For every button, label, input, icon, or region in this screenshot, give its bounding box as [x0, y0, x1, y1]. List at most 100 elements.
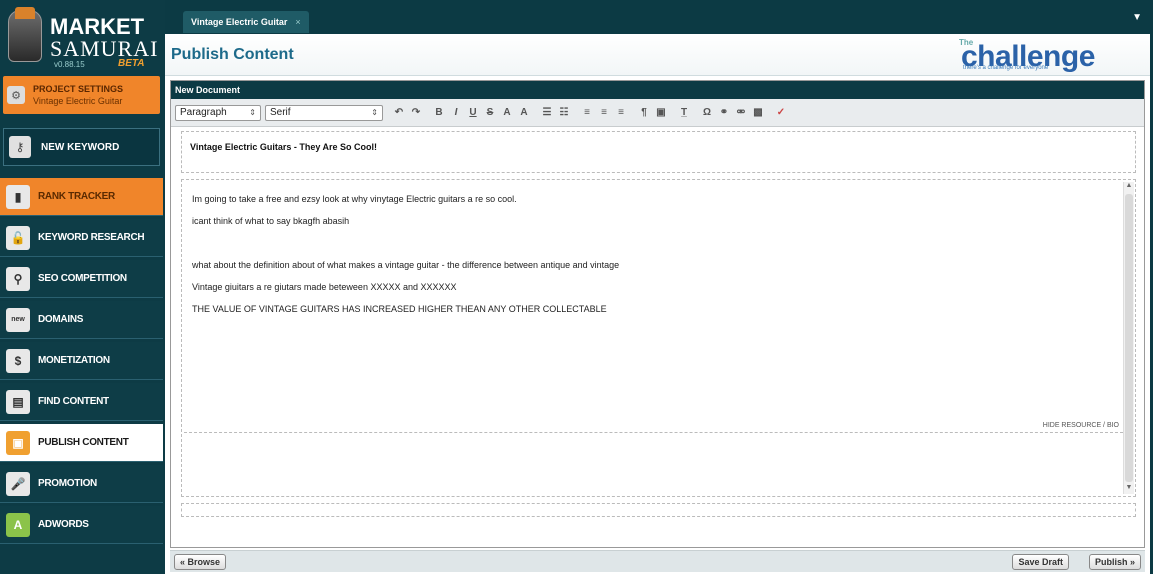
sidebar-item-label: KEYWORD RESEARCH — [38, 232, 145, 243]
adwords-icon: A — [6, 512, 30, 537]
magnifier-icon: ⚲ — [6, 266, 30, 291]
font-size-decrease-icon[interactable]: A — [517, 106, 531, 120]
publish-icon: ▣ — [6, 430, 30, 455]
block-icon[interactable]: ▣ — [654, 106, 668, 120]
select-arrow-icon: ⇕ — [249, 108, 256, 117]
format-select[interactable]: Paragraph ⇕ — [175, 104, 261, 121]
sidebar-item-label: FIND CONTENT — [38, 396, 109, 407]
sidebar: MARKET SAMURAI v0.88.15 BETA ⚙ PROJECT S… — [0, 0, 165, 574]
version-label: v0.88.15 — [54, 60, 85, 69]
align-right-icon[interactable]: ≡ — [614, 106, 628, 120]
footer-bar: « Browse Save Draft Publish » — [170, 550, 1145, 572]
undo-icon[interactable]: ↶ — [392, 106, 406, 120]
app-window: MARKET SAMURAI v0.88.15 BETA ⚙ PROJECT S… — [0, 0, 1153, 574]
sidebar-item-project-settings[interactable]: ⚙ PROJECT SETTINGS Vintage Electric Guit… — [3, 76, 160, 114]
sidebar-item-adwords[interactable]: A ADWORDS — [0, 506, 163, 544]
body-line: Im going to take a free and ezsy look at… — [192, 194, 517, 204]
sidebar-item-label: RANK TRACKER — [38, 191, 115, 202]
content-header: Publish Content The challenge there's a … — [165, 34, 1150, 76]
strikethrough-icon[interactable]: S — [483, 106, 497, 120]
sidebar-item-domains[interactable]: new DOMAINS — [0, 301, 163, 339]
new-keyword-label: NEW KEYWORD — [41, 141, 120, 153]
lock-icon: 🔓 — [6, 225, 30, 250]
challenge-logo-tagline: there's a challenge for everyone — [963, 65, 1049, 71]
microphone-icon: 🎤 — [6, 471, 30, 496]
spellcheck-icon[interactable]: ✓ — [774, 106, 788, 120]
close-icon[interactable]: × — [295, 17, 300, 27]
market-samurai-logo: MARKET SAMURAI v0.88.15 BETA — [6, 6, 157, 70]
chevron-down-icon[interactable]: ▼ — [1132, 12, 1142, 23]
sidebar-item-promotion[interactable]: 🎤 PROMOTION — [0, 465, 163, 503]
italic-icon[interactable]: I — [449, 106, 463, 120]
vertical-scrollbar[interactable]: ▲ ▼ — [1123, 182, 1134, 494]
sidebar-item-label: ADWORDS — [38, 519, 89, 530]
sidebar-item-label: SEO COMPETITION — [38, 273, 127, 284]
scrollbar-thumb[interactable] — [1125, 194, 1133, 482]
unlink-icon[interactable]: ⚮ — [734, 106, 748, 120]
title-field[interactable]: Vintage Electric Guitars - They Are So C… — [181, 131, 1136, 173]
tab-vintage-electric-guitar[interactable]: Vintage Electric Guitar × — [183, 11, 309, 33]
project-name: Vintage Electric Guitar — [33, 96, 123, 106]
sidebar-item-keyword-research[interactable]: 🔓 KEYWORD RESEARCH — [0, 219, 163, 257]
sidebar-item-monetization[interactable]: $ MONETIZATION — [0, 342, 163, 380]
scroll-down-icon[interactable]: ▼ — [1124, 484, 1134, 494]
new-badge-icon: new — [6, 307, 30, 332]
sidebar-item-publish-content[interactable]: ▣ PUBLISH CONTENT — [0, 424, 163, 462]
sidebar-item-label: MONETIZATION — [38, 355, 110, 366]
special-char-icon[interactable]: Ω — [700, 106, 714, 120]
tab-label: Vintage Electric Guitar — [191, 17, 288, 27]
redo-icon[interactable]: ↷ — [409, 106, 423, 120]
underline-icon[interactable]: U — [466, 106, 480, 120]
body-line: Vintage giuitars a re giutars made betew… — [192, 282, 457, 292]
new-keyword-button[interactable]: ⚷ NEW KEYWORD — [3, 128, 160, 166]
numbered-list-icon[interactable]: ☷ — [557, 106, 571, 120]
scroll-up-icon[interactable]: ▲ — [1124, 182, 1134, 192]
body-line: icant think of what to say bkagfh abasih — [192, 216, 350, 226]
panel-title-bar: New Document — [171, 81, 1144, 99]
samurai-mascot-icon — [8, 7, 42, 62]
beta-label: BETA — [118, 58, 145, 69]
challenge-logo: The challenge there's a challenge for ev… — [959, 38, 1134, 73]
sidebar-item-label: DOMAINS — [38, 314, 84, 325]
bar-chart-icon: ▮ — [6, 184, 30, 209]
select-arrow-icon: ⇕ — [371, 108, 378, 117]
bullet-list-icon[interactable]: ☰ — [540, 106, 554, 120]
body-editor[interactable]: Im going to take a free and ezsy look at… — [181, 179, 1136, 497]
font-select[interactable]: Serif ⇕ — [265, 104, 383, 121]
main-area: Vintage Electric Guitar × ▼ Publish Cont… — [165, 6, 1150, 574]
key-icon: ⚷ — [9, 136, 31, 158]
save-draft-button[interactable]: Save Draft — [1012, 554, 1069, 570]
sidebar-item-label: PROMOTION — [38, 478, 97, 489]
editor-toolbar: Paragraph ⇕ Serif ⇕ ↶ ↷ B I U S A A ☰ ☷ ≡ … — [171, 99, 1144, 127]
dollar-icon: $ — [6, 348, 30, 373]
clear-format-icon[interactable]: T̲ — [677, 106, 691, 120]
page-title: Publish Content — [171, 46, 294, 63]
browse-button[interactable]: « Browse — [174, 554, 227, 570]
document-title: Vintage Electric Guitars - They Are So C… — [190, 142, 378, 152]
project-settings-label: PROJECT SETTINGS — [33, 84, 124, 94]
sidebar-item-label: PUBLISH CONTENT — [38, 437, 129, 448]
panel-title: New Document — [175, 85, 241, 95]
link-icon[interactable]: ⚭ — [717, 106, 731, 120]
image-icon[interactable]: ▩ — [751, 106, 765, 120]
font-select-value: Serif — [270, 107, 291, 118]
resource-bio-field[interactable] — [184, 432, 1123, 496]
document-icon: ▤ — [6, 389, 30, 414]
align-left-icon[interactable]: ≡ — [580, 106, 594, 120]
hide-resource-link[interactable]: HIDE RESOURCE / BIO — [1043, 422, 1119, 429]
gear-icon: ⚙ — [7, 86, 25, 104]
align-center-icon[interactable]: ≡ — [597, 106, 611, 120]
body-line: what about the definition about of what … — [192, 260, 620, 270]
paragraph-icon[interactable]: ¶ — [637, 106, 651, 120]
sidebar-item-seo-competition[interactable]: ⚲ SEO COMPETITION — [0, 260, 163, 298]
body-line: THE VALUE OF VINTAGE GUITARS HAS INCREAS… — [192, 304, 607, 314]
tab-bar: Vintage Electric Guitar × ▼ — [165, 6, 1150, 34]
format-select-value: Paragraph — [180, 107, 227, 118]
horizontal-scrollbar[interactable] — [181, 503, 1136, 517]
bold-icon[interactable]: B — [432, 106, 446, 120]
sidebar-item-rank-tracker[interactable]: ▮ RANK TRACKER — [0, 178, 163, 216]
sidebar-item-find-content[interactable]: ▤ FIND CONTENT — [0, 383, 163, 421]
publish-button[interactable]: Publish » — [1088, 554, 1141, 570]
font-size-increase-icon[interactable]: A — [500, 106, 514, 120]
editor-panel: New Document Paragraph ⇕ Serif ⇕ ↶ ↷ B I U… — [170, 80, 1145, 548]
